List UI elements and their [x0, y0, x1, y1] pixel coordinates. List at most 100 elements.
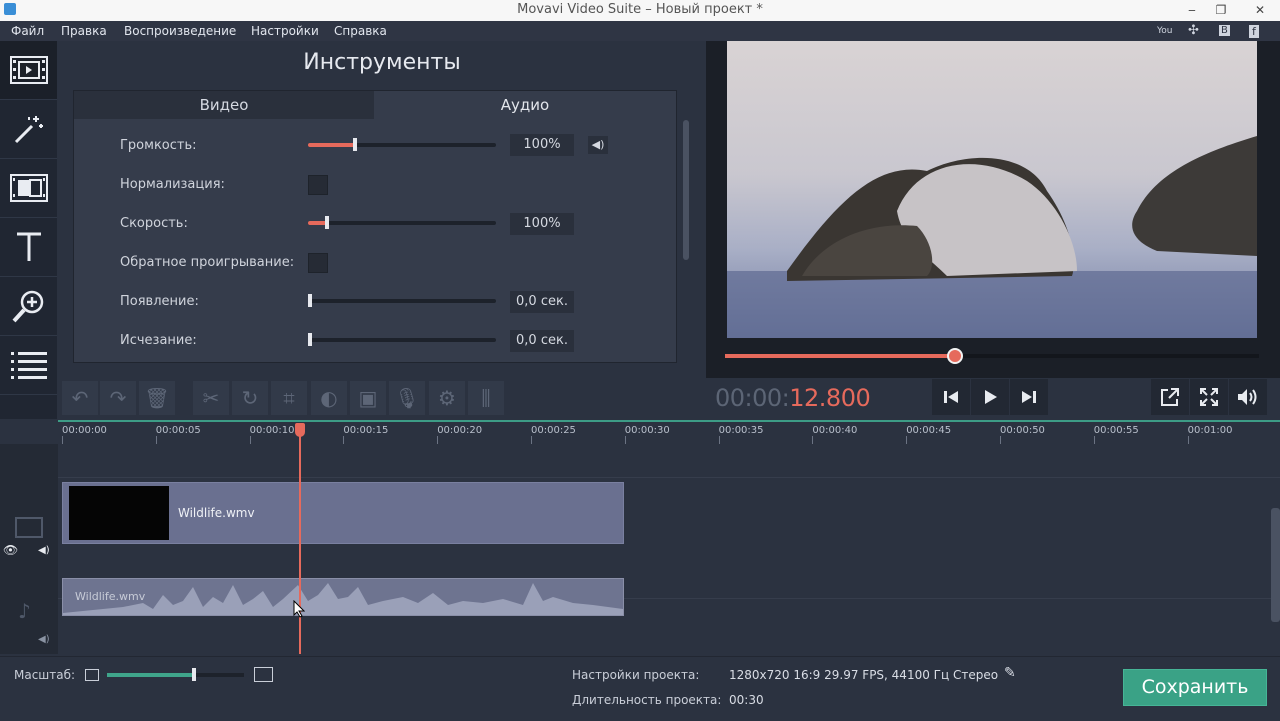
speed-value[interactable]: 100% — [510, 213, 574, 235]
fade-out-label: Исчезание: — [120, 333, 197, 348]
speaker-icon[interactable]: ◀) — [38, 545, 50, 556]
tools-title: Инструменты — [303, 50, 461, 75]
detach-preview-button[interactable] — [1151, 379, 1189, 415]
next-button[interactable] — [1010, 379, 1048, 415]
reverse-checkbox[interactable] — [308, 253, 328, 273]
facebook-icon[interactable]: f — [1249, 25, 1259, 38]
timeline-ruler[interactable]: 00:00:00 00:00:05 00:00:10 00:00:15 00:00:20… — [58, 420, 1280, 444]
speaker-icon[interactable]: ◀) — [588, 136, 608, 154]
image-button[interactable]: ▣ — [350, 381, 386, 415]
crop-button[interactable]: ⌗ — [271, 381, 307, 415]
transition-icon — [9, 174, 48, 202]
volume-button[interactable] — [1229, 379, 1267, 415]
zoom-callout-button[interactable] — [0, 277, 57, 336]
timeline-scrollbar[interactable] — [1271, 508, 1280, 622]
ruler-tick-label: 00:00:10 — [249, 425, 295, 436]
ruler-tick — [249, 436, 251, 444]
ruler-tick — [343, 436, 345, 444]
edit-toolbar: ↶ ↷ 🗑 ✂ ↻ ⌗ ◐ ▣ 🎙 ⚙ ⫼ — [60, 378, 706, 418]
timeline-tracks[interactable] — [58, 444, 1280, 654]
save-button[interactable]: Сохранить — [1123, 669, 1267, 706]
video-preview[interactable] — [727, 41, 1257, 338]
zoom-out-icon[interactable] — [85, 669, 99, 681]
clip-settings-button[interactable]: ⚙ — [429, 381, 465, 415]
fade-out-slider[interactable] — [308, 333, 496, 346]
menu-help[interactable]: Справка — [334, 24, 387, 38]
playback-progress[interactable] — [725, 348, 1259, 364]
menu-file[interactable]: Файл — [11, 24, 44, 38]
titles-button[interactable] — [0, 218, 57, 277]
reverse-label: Обратное проигрывание: — [120, 255, 295, 270]
ruler-tick-label: 00:00:30 — [624, 425, 670, 436]
duration-value: 00:30 — [729, 693, 764, 707]
fullscreen-button[interactable] — [1190, 379, 1228, 415]
volume-slider[interactable] — [308, 138, 496, 151]
audio-waveform — [63, 583, 623, 615]
fade-in-slider-knob[interactable] — [308, 294, 312, 307]
ruler-tick-label: 00:00:00 — [62, 425, 107, 436]
fade-in-label: Появление: — [120, 294, 199, 309]
ruler-tick-label: 00:01:00 — [1187, 425, 1233, 436]
filters-button[interactable] — [0, 100, 57, 159]
video-clip[interactable]: Wildlife.wmv — [62, 482, 624, 544]
fullscreen-icon — [1200, 388, 1218, 406]
import-media-button[interactable] — [0, 41, 57, 100]
playback-progress-knob[interactable] — [947, 348, 963, 364]
timecode: 00:00:12.800 — [715, 384, 871, 412]
skip-forward-icon — [1022, 391, 1036, 403]
social-icon[interactable]: ✣ — [1188, 23, 1199, 38]
fade-in-value[interactable]: 0,0 сек. — [510, 291, 574, 313]
vk-icon[interactable]: B — [1219, 25, 1230, 36]
speaker-icon[interactable]: ◀) — [38, 634, 50, 645]
color-adjust-button[interactable]: ◐ — [311, 381, 347, 415]
tools-scrollbar[interactable] — [683, 120, 689, 260]
clip-thumbnail — [69, 486, 169, 540]
transitions-button[interactable] — [0, 159, 57, 218]
previous-button[interactable] — [932, 379, 970, 415]
delete-button[interactable]: 🗑 — [139, 381, 175, 415]
more-tools-button[interactable] — [0, 336, 57, 395]
menu-settings[interactable]: Настройки — [251, 24, 319, 38]
playhead-handle[interactable] — [295, 423, 305, 437]
menu-edit[interactable]: Правка — [61, 24, 107, 38]
ruler-tick-label: 00:00:35 — [718, 425, 764, 436]
zoom-in-icon[interactable] — [254, 667, 273, 682]
audio-clip[interactable]: Wildlife.wmv — [62, 578, 624, 616]
close-button[interactable]: ✕ — [1240, 0, 1280, 20]
fade-out-value[interactable]: 0,0 сек. — [510, 330, 574, 352]
youtube-icon[interactable]: You — [1157, 26, 1173, 36]
ruler-tick-label: 00:00:45 — [906, 425, 952, 436]
speed-slider[interactable] — [308, 216, 496, 229]
play-icon — [985, 390, 997, 404]
equalizer-button[interactable]: ⫼ — [468, 381, 504, 415]
project-settings-value: 1280x720 16:9 29.97 FPS, 44100 Гц Стерео — [729, 668, 999, 682]
fade-out-slider-knob[interactable] — [308, 333, 312, 346]
minimize-button[interactable]: ‒ — [1178, 0, 1206, 20]
volume-slider-knob[interactable] — [353, 138, 357, 151]
speed-slider-knob[interactable] — [325, 216, 329, 229]
track-headers: 👁 ◀) ♪ ◀) — [0, 444, 58, 654]
record-audio-button[interactable]: 🎙 — [389, 381, 425, 415]
tab-video[interactable]: Видео — [74, 91, 374, 119]
left-toolbar — [0, 41, 57, 419]
video-track-icon — [15, 517, 43, 538]
rotate-button[interactable]: ↻ — [232, 381, 268, 415]
audio-clip-name: Wildlife.wmv — [75, 590, 146, 603]
zoom-slider-knob[interactable] — [192, 668, 196, 681]
edit-pencil-icon[interactable]: ✎ — [1004, 665, 1016, 681]
menu-playback[interactable]: Воспроизведение — [124, 24, 236, 38]
tab-audio[interactable]: Аудио — [375, 91, 675, 119]
undo-button[interactable]: ↶ — [62, 381, 98, 415]
play-button[interactable] — [971, 379, 1009, 415]
volume-value[interactable]: 100% — [510, 134, 574, 156]
redo-button[interactable]: ↷ — [100, 381, 136, 415]
cut-button[interactable]: ✂ — [193, 381, 229, 415]
ruler-tick-label: 00:00:15 — [343, 425, 389, 436]
eye-icon[interactable]: 👁 — [3, 543, 18, 557]
zoom-slider[interactable] — [107, 668, 244, 681]
ruler-tick — [812, 436, 814, 444]
fade-in-slider[interactable] — [308, 294, 496, 307]
normalize-checkbox[interactable] — [308, 175, 328, 195]
ruler-tick-label: 00:00:50 — [1000, 425, 1045, 436]
restore-button[interactable]: ❐ — [1207, 0, 1235, 20]
